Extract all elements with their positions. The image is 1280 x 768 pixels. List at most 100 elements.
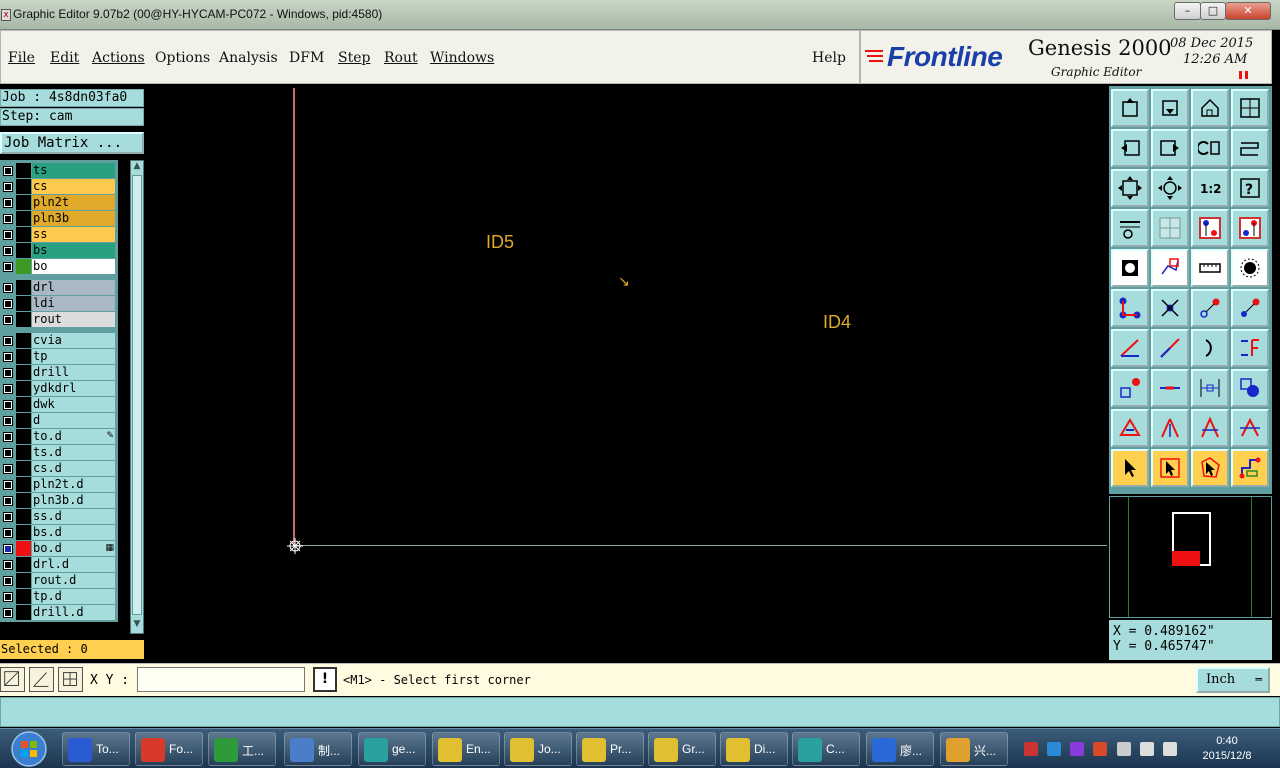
tray-flag-icon[interactable] [1093, 742, 1107, 756]
layer-name[interactable]: rout [32, 312, 115, 327]
layer-checkbox[interactable] [3, 198, 13, 208]
layer-checkbox[interactable] [3, 384, 13, 394]
fill-button[interactable] [1111, 249, 1149, 287]
taskbar-item[interactable]: 兴... [940, 732, 1008, 766]
grid-tool-button[interactable] [58, 667, 83, 692]
layer-row-cvia[interactable]: cvia [0, 333, 116, 348]
layer-checkbox[interactable] [3, 448, 13, 458]
menu-rout[interactable]: Rout [384, 50, 418, 66]
layer-checkbox[interactable] [3, 368, 13, 378]
layer-color-swatch[interactable] [16, 605, 31, 620]
taskbar-item[interactable]: C... [792, 732, 860, 766]
layer-color-swatch[interactable] [16, 589, 31, 604]
layer-row-ydkdrl[interactable]: ydkdrl [0, 381, 116, 396]
layer-name[interactable]: ldi [32, 296, 115, 311]
ruler-button[interactable] [1191, 249, 1229, 287]
move-node-button[interactable] [1191, 289, 1229, 327]
home-button[interactable] [1191, 89, 1229, 127]
layer-row-ss-d[interactable]: ss.d [0, 509, 116, 524]
zoom-fit-button[interactable] [1111, 169, 1149, 207]
layer-color-swatch[interactable] [16, 525, 31, 540]
xy-input[interactable] [137, 667, 305, 692]
layer-checkbox[interactable] [3, 544, 13, 554]
taskbar-item[interactable]: ge... [358, 732, 426, 766]
layer-name[interactable]: pln3b [32, 211, 115, 226]
menu-options[interactable]: Options [155, 50, 210, 66]
layer-color-swatch[interactable] [16, 509, 31, 524]
arc-button[interactable] [1191, 329, 1229, 367]
layer-name[interactable]: drill [32, 365, 115, 380]
layer-scrollbar[interactable]: ▲ ▼ [130, 160, 144, 634]
layer-row-ldi[interactable]: ldi [0, 296, 116, 311]
overview-map[interactable] [1109, 496, 1272, 618]
redo-button[interactable] [1231, 129, 1269, 167]
layer-color-swatch[interactable] [16, 333, 31, 348]
triangle-d-button[interactable] [1231, 409, 1269, 447]
layer-name[interactable]: ts.d [32, 445, 115, 460]
taskbar-item[interactable]: Fo... [135, 732, 203, 766]
layer-color-swatch[interactable] [16, 179, 31, 194]
layer-checkbox[interactable] [3, 528, 13, 538]
layer-checkbox[interactable] [3, 560, 13, 570]
layer-row-tp[interactable]: tp [0, 349, 116, 364]
layer-name[interactable]: bs.d [32, 525, 115, 540]
system-clock[interactable]: 0:40 2015/12/8 [1196, 734, 1258, 764]
layer-color-swatch[interactable] [16, 312, 31, 327]
menu-actions[interactable]: Actions [92, 50, 145, 66]
layer-color-swatch[interactable] [16, 429, 31, 444]
layer-color-swatch[interactable] [16, 541, 31, 556]
alert-button[interactable]: ! [313, 667, 337, 692]
prev-step-button[interactable] [1111, 129, 1149, 167]
taskbar-item[interactable]: En... [432, 732, 500, 766]
layer-name[interactable]: bo.d [32, 541, 115, 556]
layer-color-swatch[interactable] [16, 259, 31, 274]
layer-row-to-d[interactable]: to.d ✎ [0, 429, 116, 444]
layer-color-swatch[interactable] [16, 280, 31, 295]
layer-color-swatch[interactable] [16, 296, 31, 311]
outline-button[interactable] [1151, 249, 1189, 287]
layer-color-swatch[interactable] [16, 365, 31, 380]
tray-app-icon[interactable] [1047, 742, 1061, 756]
layer-name[interactable]: rout.d [32, 573, 115, 588]
taskbar-item[interactable]: 工... [208, 732, 276, 766]
measure-button[interactable] [1191, 369, 1229, 407]
layer-name[interactable]: tp.d [32, 589, 115, 604]
layer-color-swatch[interactable] [16, 227, 31, 242]
pad-button[interactable] [1231, 249, 1269, 287]
layer-checkbox[interactable] [3, 182, 13, 192]
layer-color-swatch[interactable] [16, 381, 31, 396]
layer-name[interactable]: drl.d [32, 557, 115, 572]
layer-color-swatch[interactable] [16, 477, 31, 492]
taskbar-item[interactable]: 制... [284, 732, 352, 766]
layer-row-drill[interactable]: drill [0, 365, 116, 380]
menu-file[interactable]: File [8, 50, 35, 66]
tray-network-icon[interactable] [1024, 742, 1038, 756]
graphic-canvas[interactable]: ID5 ID4 ↘ [148, 86, 1108, 662]
transform-button[interactable] [1231, 369, 1269, 407]
layer-row-pln2t[interactable]: pln2t [0, 195, 116, 210]
snap-b-button[interactable] [1231, 209, 1269, 247]
layer-checkbox[interactable] [3, 400, 13, 410]
layer-name[interactable]: ss.d [32, 509, 115, 524]
open-job-button[interactable] [1111, 89, 1149, 127]
layer-checkbox[interactable] [3, 262, 13, 272]
scroll-up-icon[interactable]: ▲ [132, 161, 142, 171]
layer-color-swatch[interactable] [16, 413, 31, 428]
layer-checkbox[interactable] [3, 315, 13, 325]
layer-color-swatch[interactable] [16, 573, 31, 588]
layer-name[interactable]: to.d [32, 429, 115, 444]
layer-color-swatch[interactable] [16, 195, 31, 210]
layer-row-bs-d[interactable]: bs.d [0, 525, 116, 540]
layer-row-ts[interactable]: ts [0, 163, 116, 178]
layer-row-ts-d[interactable]: ts.d [0, 445, 116, 460]
snap-a-button[interactable] [1191, 209, 1229, 247]
layer-row-pln3b[interactable]: pln3b [0, 211, 116, 226]
layer-name[interactable]: cvia [32, 333, 115, 348]
layer-row-drl[interactable]: drl [0, 280, 116, 295]
layer-color-swatch[interactable] [16, 163, 31, 178]
layer-row-pln3b-d[interactable]: pln3b.d [0, 493, 116, 508]
layer-color-swatch[interactable] [16, 461, 31, 476]
delete-node-button[interactable] [1151, 289, 1189, 327]
layer-row-bo[interactable]: bo [0, 259, 116, 274]
layer-name[interactable]: cs.d [32, 461, 115, 476]
